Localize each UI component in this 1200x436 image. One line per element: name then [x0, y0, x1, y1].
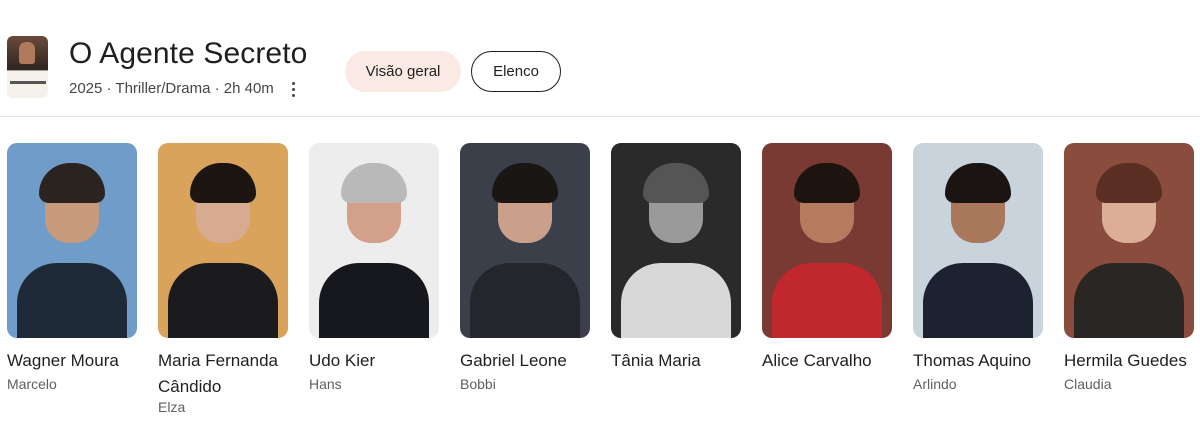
cast-list: Wagner Moura Marcelo Maria Fernanda Cândid… — [0, 143, 1200, 433]
cast-role: Hans — [309, 376, 342, 392]
cast-role: Marcelo — [7, 376, 57, 392]
photo-hair — [643, 163, 709, 203]
cast-photo[interactable] — [611, 143, 741, 338]
cast-photo[interactable] — [1064, 143, 1194, 338]
photo-body — [17, 263, 127, 338]
cast-photo[interactable] — [460, 143, 590, 338]
tab-overview[interactable]: Visão geral — [345, 51, 461, 92]
cast-name[interactable]: Maria Fernanda Cândido — [158, 348, 293, 400]
photo-hair — [1096, 163, 1162, 203]
cast-name[interactable]: Alice Carvalho — [762, 348, 897, 374]
photo-body — [1074, 263, 1184, 338]
poster-caption — [10, 81, 46, 84]
photo-body — [168, 263, 278, 338]
photo-hair — [794, 163, 860, 203]
cast-name[interactable]: Udo Kier — [309, 348, 444, 374]
photo-body — [621, 263, 731, 338]
cast-photo[interactable] — [158, 143, 288, 338]
movie-header: O Agente Secreto 2025 · Thriller/Drama ·… — [0, 0, 1200, 117]
photo-body — [923, 263, 1033, 338]
cast-role: Arlindo — [913, 376, 957, 392]
more-options-icon[interactable] — [283, 78, 303, 100]
cast-name[interactable]: Tânia Maria — [611, 348, 746, 374]
cast-name[interactable]: Gabriel Leone — [460, 348, 595, 374]
photo-body — [319, 263, 429, 338]
cast-photo[interactable] — [913, 143, 1043, 338]
poster-figure — [19, 42, 35, 64]
cast-name[interactable]: Wagner Moura — [7, 348, 142, 374]
photo-hair — [190, 163, 256, 203]
cast-photo[interactable] — [309, 143, 439, 338]
photo-body — [772, 263, 882, 338]
photo-body — [470, 263, 580, 338]
photo-hair — [341, 163, 407, 203]
photo-hair — [39, 163, 105, 203]
cast-role: Elza — [158, 399, 186, 415]
header-divider — [0, 116, 1200, 117]
photo-hair — [945, 163, 1011, 203]
cast-photo[interactable] — [762, 143, 892, 338]
cast-role: Bobbi — [460, 376, 496, 392]
tab-cast[interactable]: Elenco — [471, 51, 561, 92]
photo-hair — [492, 163, 558, 203]
movie-title: O Agente Secreto — [69, 37, 308, 70]
cast-role: Claudia — [1064, 376, 1112, 392]
cast-name[interactable]: Hermila Guedes — [1064, 348, 1199, 374]
movie-poster[interactable] — [7, 36, 48, 98]
cast-photo[interactable] — [7, 143, 137, 338]
cast-name[interactable]: Thomas Aquino — [913, 348, 1048, 374]
movie-meta: 2025 · Thriller/Drama · 2h 40m — [69, 80, 274, 97]
